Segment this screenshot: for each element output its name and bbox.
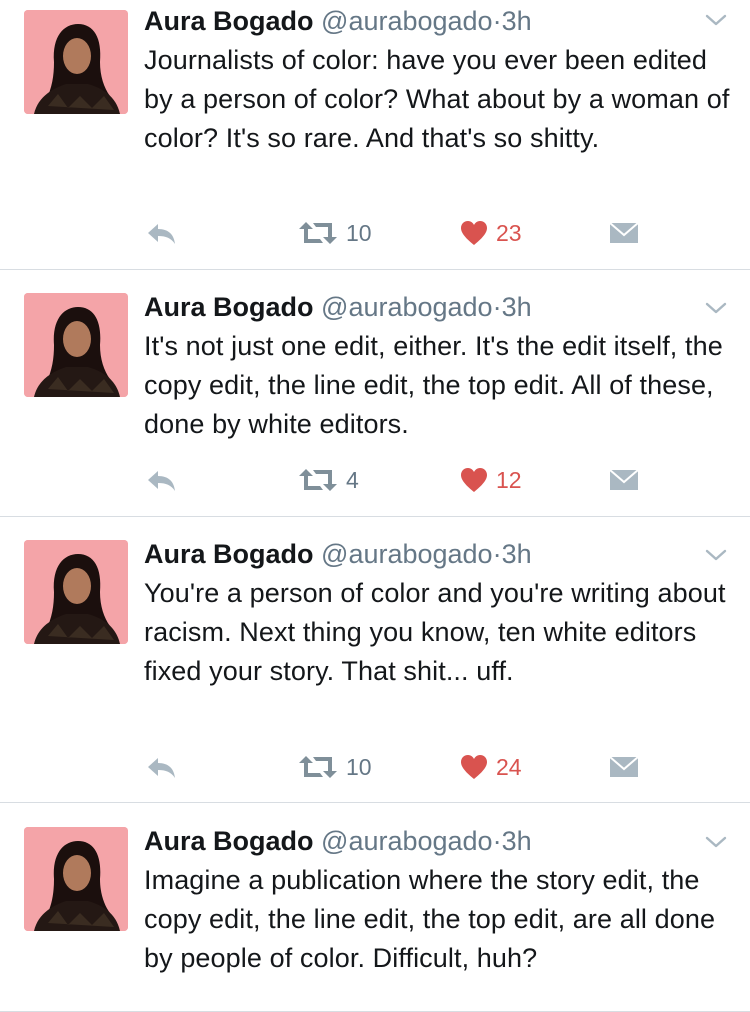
tweet[interactable]: Aura Bogado @aurabogado·3h Imagine a pub… (0, 803, 750, 1012)
timestamp[interactable]: 3h (502, 292, 532, 322)
tweet[interactable]: Aura Bogado @aurabogado·3h Journalists o… (0, 0, 750, 270)
retweet-button[interactable]: 4 (298, 460, 359, 500)
reply-icon (148, 758, 175, 778)
author-handle[interactable]: @aurabogado (321, 6, 493, 36)
like-count: 24 (496, 753, 522, 780)
direct-message-button[interactable] (608, 460, 640, 500)
tweet-header: Aura Bogado @aurabogado·3h (144, 4, 532, 38)
envelope-icon (609, 469, 639, 490)
author-handle[interactable]: @aurabogado (321, 826, 493, 856)
separator: · (492, 826, 502, 856)
direct-message-button[interactable] (608, 213, 640, 253)
heart-icon (461, 221, 487, 245)
like-button[interactable]: 23 (460, 213, 522, 253)
author-name[interactable]: Aura Bogado (144, 539, 314, 569)
like-button[interactable]: 24 (460, 747, 522, 787)
tweet-header: Aura Bogado @aurabogado·3h (144, 824, 532, 858)
avatar[interactable] (24, 827, 128, 931)
author-handle[interactable]: @aurabogado (321, 292, 493, 322)
retweet-button[interactable]: 10 (298, 213, 372, 253)
author-name[interactable]: Aura Bogado (144, 826, 314, 856)
timestamp[interactable]: 3h (502, 826, 532, 856)
heart-icon (461, 755, 487, 779)
envelope-icon (609, 222, 639, 243)
reply-button[interactable] (144, 460, 178, 500)
reply-button[interactable] (144, 213, 178, 253)
envelope-icon (609, 756, 639, 777)
retweet-icon (299, 756, 337, 778)
author-handle[interactable]: @aurabogado (321, 539, 493, 569)
retweet-count: 4 (346, 466, 359, 493)
avatar[interactable] (24, 540, 128, 644)
tweet-actions: 10 23 (0, 213, 750, 253)
avatar-image (24, 827, 128, 931)
separator: · (492, 6, 502, 36)
avatar-image (24, 10, 128, 114)
tweet-header: Aura Bogado @aurabogado·3h (144, 537, 532, 571)
retweet-icon (299, 469, 337, 491)
tweet-text: Journalists of color: have you ever been… (144, 45, 730, 153)
reply-icon (148, 471, 175, 491)
retweet-count: 10 (346, 753, 372, 780)
like-count: 23 (496, 219, 522, 246)
tweet-text: Imagine a publication where the story ed… (144, 865, 716, 973)
like-count: 12 (496, 466, 522, 493)
chevron-down-icon[interactable] (704, 834, 728, 850)
heart-icon (461, 468, 487, 492)
like-button[interactable]: 12 (460, 460, 522, 500)
author-name[interactable]: Aura Bogado (144, 6, 314, 36)
avatar-image (24, 293, 128, 397)
avatar[interactable] (24, 10, 128, 114)
separator: · (492, 539, 502, 569)
chevron-down-icon[interactable] (704, 547, 728, 563)
tweet-actions: 4 12 (0, 460, 750, 500)
reply-icon (148, 224, 175, 244)
tweet-text: You're a person of color and you're writ… (144, 578, 726, 686)
retweet-button[interactable]: 10 (298, 747, 372, 787)
avatar[interactable] (24, 293, 128, 397)
retweet-count: 10 (346, 219, 372, 246)
timestamp[interactable]: 3h (502, 539, 532, 569)
chevron-down-icon[interactable] (704, 300, 728, 316)
tweet[interactable]: Aura Bogado @aurabogado·3h It's not just… (0, 270, 750, 517)
chevron-down-icon[interactable] (704, 12, 728, 28)
direct-message-button[interactable] (608, 747, 640, 787)
tweet[interactable]: Aura Bogado @aurabogado·3h You're a pers… (0, 517, 750, 803)
retweet-icon (299, 222, 337, 244)
avatar-image (24, 540, 128, 644)
tweet-text: It's not just one edit, either. It's the… (144, 331, 723, 439)
timestamp[interactable]: 3h (502, 6, 532, 36)
tweet-header: Aura Bogado @aurabogado·3h (144, 290, 532, 324)
tweet-actions: 10 24 (0, 747, 750, 787)
reply-button[interactable] (144, 747, 178, 787)
separator: · (492, 292, 502, 322)
author-name[interactable]: Aura Bogado (144, 292, 314, 322)
